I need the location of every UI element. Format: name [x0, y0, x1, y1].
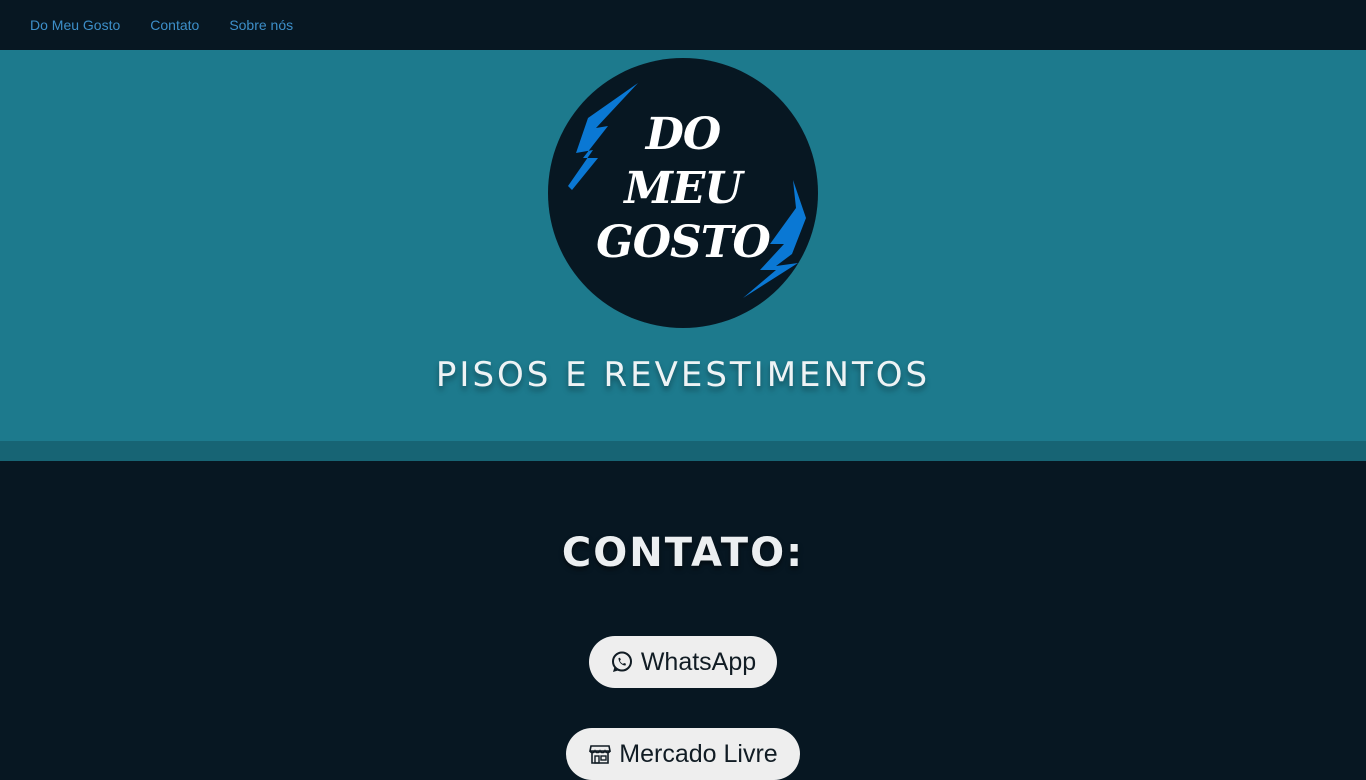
logo-line-3: GOSTO	[596, 217, 771, 268]
logo-wordmark: DO MEU GOSTO	[548, 58, 818, 328]
whatsapp-button[interactable]: WhatsApp	[589, 636, 777, 688]
whatsapp-icon	[610, 650, 634, 674]
whatsapp-button-label: WhatsApp	[640, 647, 757, 676]
brand-logo: DO MEU GOSTO	[548, 58, 818, 328]
hero-tagline: PISOS E REVESTIMENTOS	[435, 355, 931, 395]
nav-link-sobre-nos[interactable]: Sobre nós	[229, 17, 293, 33]
hero-bottom-strip	[0, 441, 1366, 461]
top-navbar: Do Meu Gosto Contato Sobre nós	[0, 0, 1366, 50]
nav-link-contato[interactable]: Contato	[150, 17, 199, 33]
mercado-livre-button[interactable]: Mercado Livre	[566, 728, 800, 780]
nav-link-do-meu-gosto[interactable]: Do Meu Gosto	[30, 17, 120, 33]
mercado-livre-button-label: Mercado Livre	[619, 739, 778, 768]
logo-line-1: DO	[645, 109, 721, 160]
contact-title: CONTATO:	[561, 530, 805, 576]
logo-line-2: MEU	[624, 163, 743, 214]
store-icon	[588, 742, 612, 766]
